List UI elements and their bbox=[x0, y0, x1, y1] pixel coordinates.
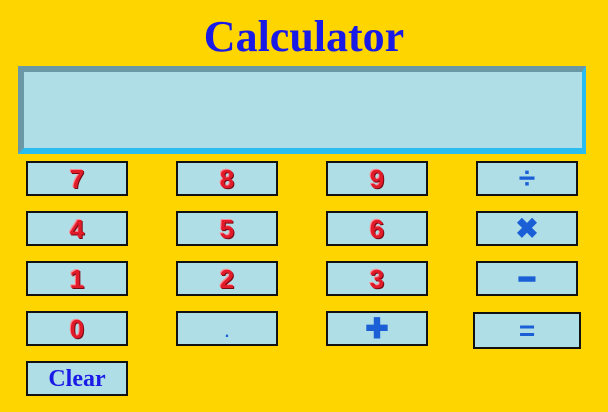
key-0[interactable]: 0 bbox=[26, 311, 128, 346]
clear-button[interactable]: Clear bbox=[26, 361, 128, 396]
multiply-icon: ✖ bbox=[515, 212, 539, 244]
key-9-label: 9 bbox=[369, 163, 385, 194]
key-6-label: 6 bbox=[369, 213, 385, 244]
key-4[interactable]: 4 bbox=[26, 211, 128, 246]
add-button[interactable]: ✚ bbox=[326, 311, 428, 346]
key-0-label: 0 bbox=[69, 313, 85, 344]
app-title: Calculator bbox=[203, 12, 405, 61]
key-1[interactable]: 1 bbox=[26, 261, 128, 296]
key-3-label: 3 bbox=[369, 263, 385, 294]
decimal-button[interactable]: . bbox=[176, 311, 278, 346]
key-7[interactable]: 7 bbox=[26, 161, 128, 196]
key-8[interactable]: 8 bbox=[176, 161, 278, 196]
key-2-label: 2 bbox=[219, 263, 235, 294]
equals-button[interactable]: = bbox=[473, 312, 581, 349]
equals-icon: = bbox=[518, 314, 536, 346]
decimal-label: . bbox=[224, 323, 230, 341]
calculator-display bbox=[18, 66, 586, 154]
key-7-label: 7 bbox=[69, 163, 85, 194]
clear-label: Clear bbox=[48, 365, 106, 392]
key-3[interactable]: 3 bbox=[326, 261, 428, 296]
key-2[interactable]: 2 bbox=[176, 261, 278, 296]
key-6[interactable]: 6 bbox=[326, 211, 428, 246]
key-1-label: 1 bbox=[69, 263, 85, 294]
multiply-button[interactable]: ✖ bbox=[476, 211, 578, 246]
divide-icon: ÷ bbox=[518, 161, 536, 195]
minus-icon: ━ bbox=[519, 263, 535, 294]
key-9[interactable]: 9 bbox=[326, 161, 428, 196]
key-4-label: 4 bbox=[69, 213, 85, 244]
subtract-button[interactable]: ━ bbox=[476, 261, 578, 296]
key-8-label: 8 bbox=[219, 163, 235, 194]
divide-button[interactable]: ÷ bbox=[476, 161, 578, 196]
key-5-label: 5 bbox=[219, 213, 235, 244]
key-5[interactable]: 5 bbox=[176, 211, 278, 246]
plus-icon: ✚ bbox=[365, 312, 389, 344]
